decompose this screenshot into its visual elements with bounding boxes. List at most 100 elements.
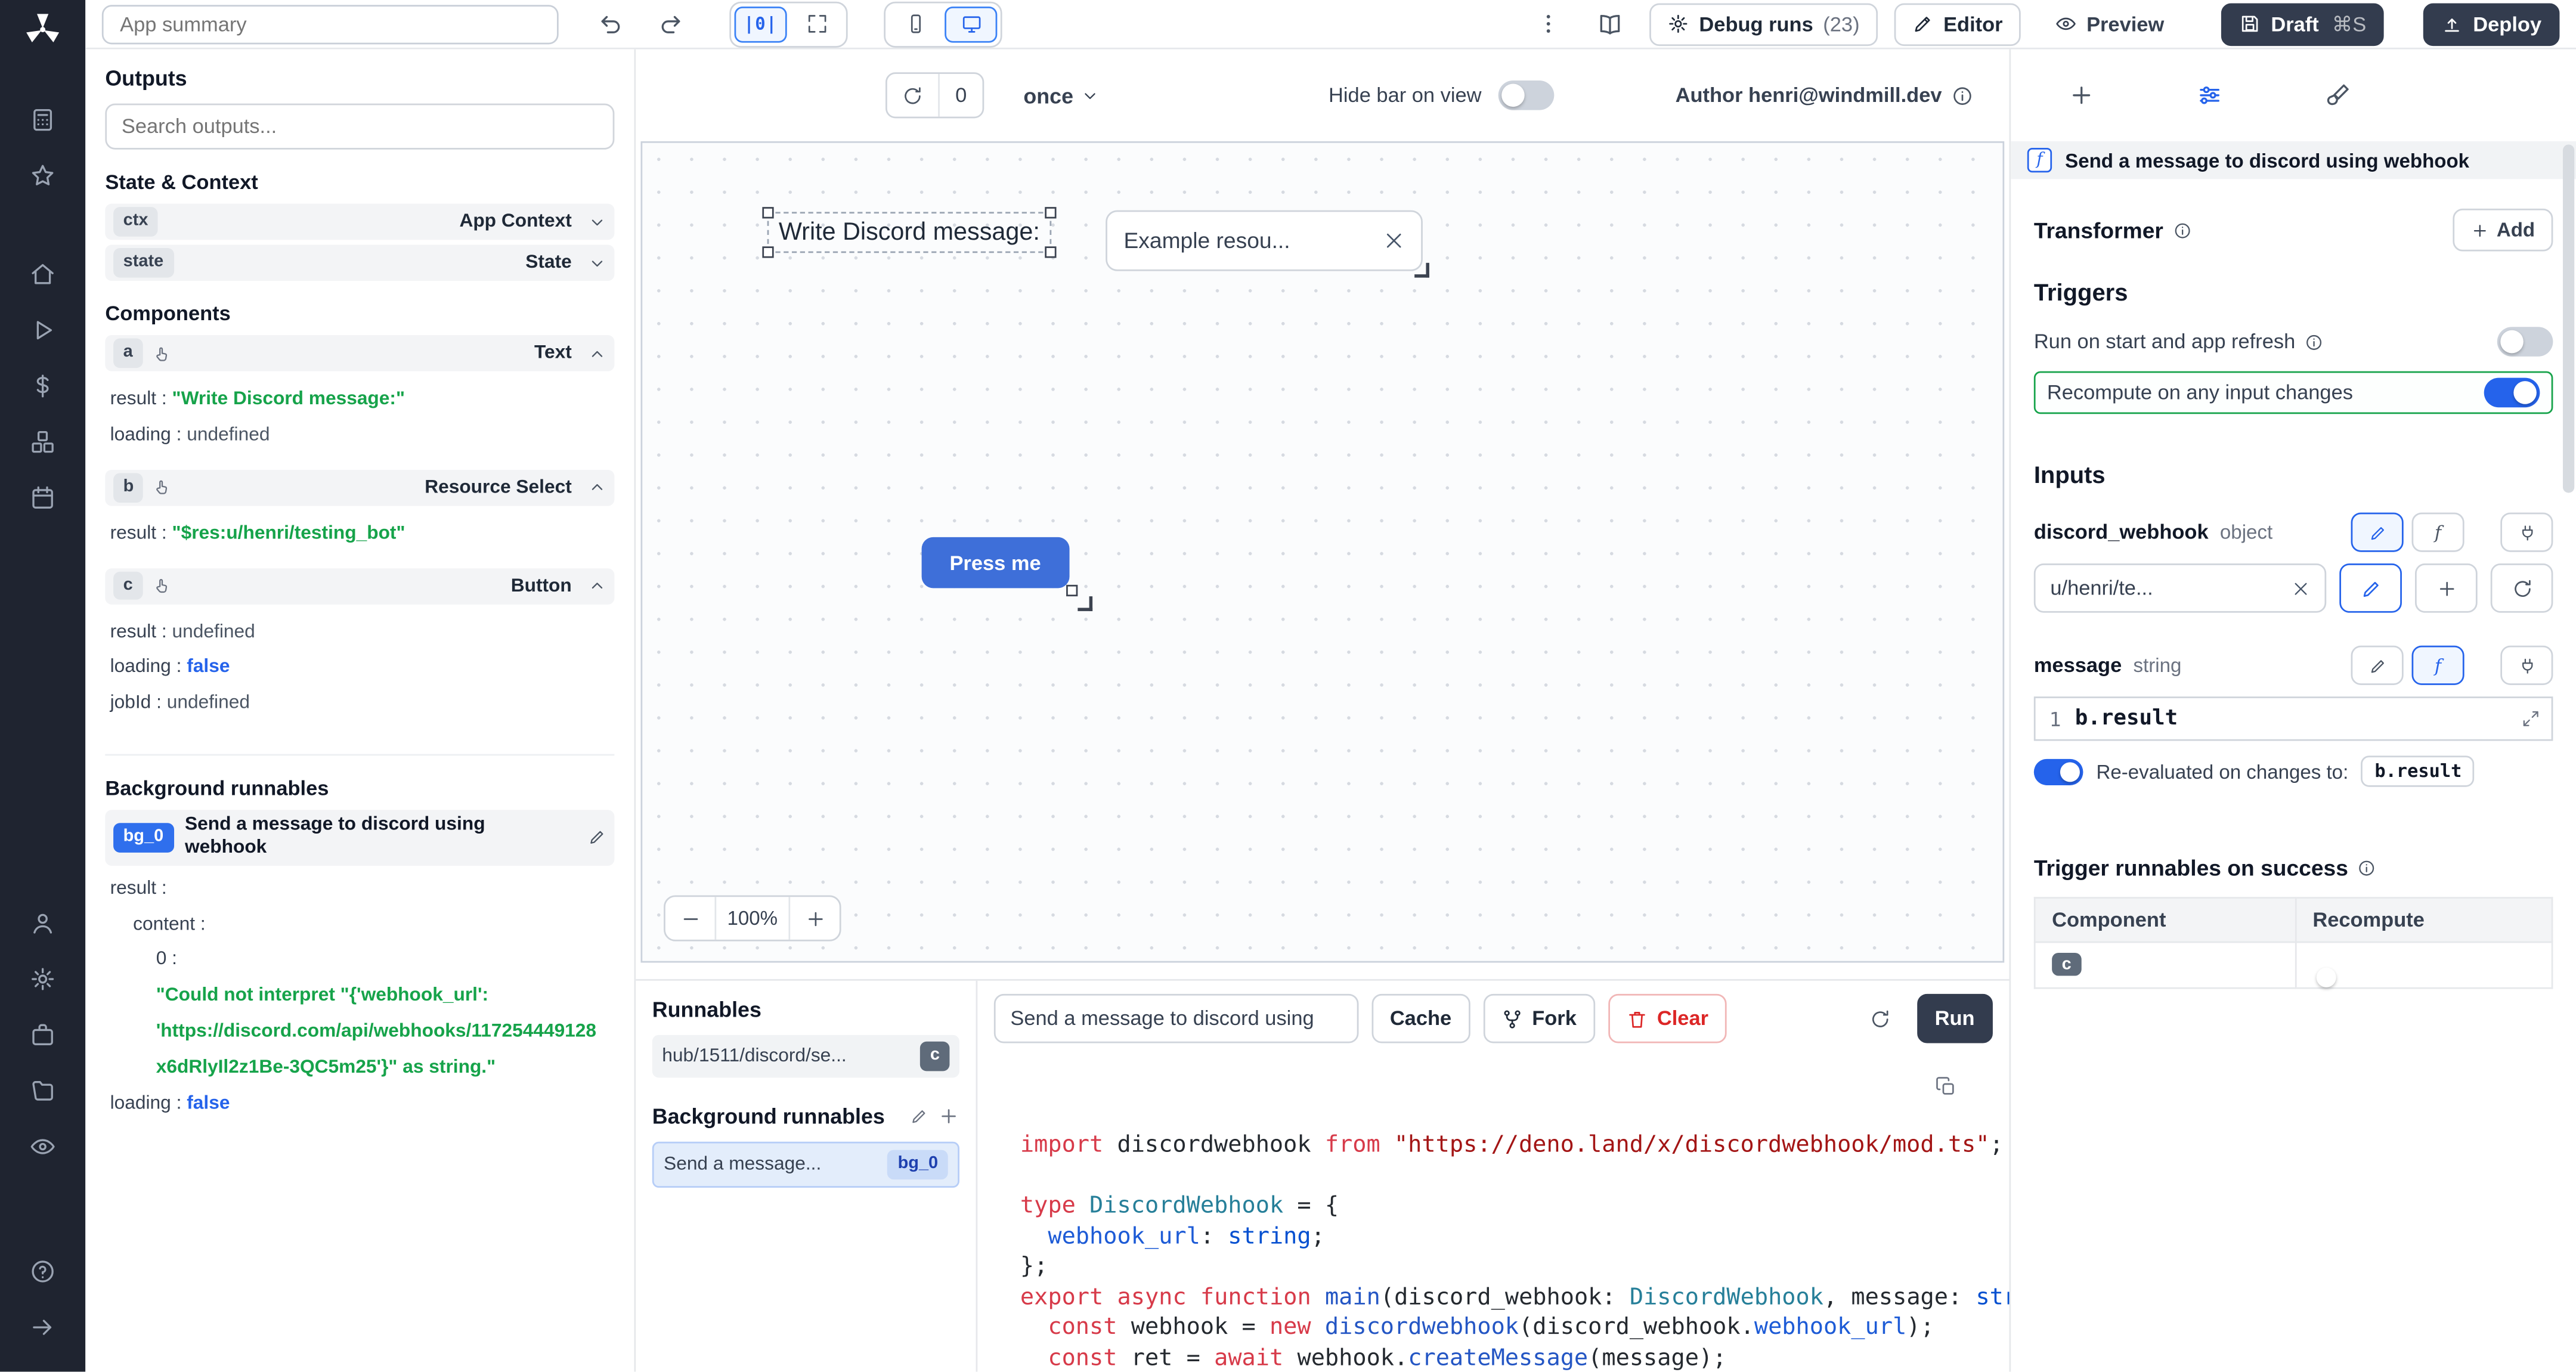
zoom-in-button[interactable] (790, 897, 840, 940)
deploy-button[interactable]: Deploy (2424, 2, 2560, 45)
draft-button[interactable]: Draft⌘S (2222, 2, 2385, 45)
add-plus-icon[interactable] (938, 1105, 959, 1126)
component-settings-panel: f Send a message to discord using webhoo… (2009, 49, 2576, 1372)
recompute-toggle[interactable] (2484, 378, 2540, 408)
reeval-expr-chip[interactable]: b.result (2361, 755, 2475, 786)
refresh-icon[interactable] (1857, 999, 1903, 1038)
component-b-row[interactable]: b Resource Select (105, 469, 614, 506)
insert-component-plus-icon[interactable] (2057, 70, 2106, 120)
audit-eye-icon[interactable] (13, 1119, 72, 1175)
component-settings-sliders-icon[interactable] (2185, 70, 2234, 120)
info-icon[interactable] (1952, 85, 1973, 106)
runs-play-icon[interactable] (13, 302, 72, 358)
text-component[interactable]: Write Discord message: (769, 213, 1049, 251)
mobile-view-icon[interactable] (889, 6, 942, 42)
fork-button[interactable]: Fork (1483, 994, 1595, 1043)
resize-corner[interactable] (1414, 263, 1429, 278)
edit-pencil-icon[interactable] (588, 829, 606, 847)
account-user-icon[interactable] (13, 896, 72, 952)
zoom-out-button[interactable] (665, 897, 715, 940)
resources-blocks-icon[interactable] (13, 414, 72, 470)
expand-icon[interactable] (2522, 710, 2540, 727)
resource-picker-value[interactable]: u/henri/te... (2034, 563, 2326, 613)
press-me-button[interactable]: Press me (922, 537, 1069, 588)
code-editor[interactable]: import discordwebhook from "https://deno… (977, 1057, 2009, 1372)
more-menu-kebab-icon[interactable] (1525, 4, 1571, 44)
clear-x-icon[interactable] (1383, 230, 1405, 252)
app-canvas[interactable]: Write Discord message: Example resou... … (640, 141, 2004, 963)
component-a-row[interactable]: a Text (105, 335, 614, 371)
hide-bar-toggle[interactable] (1498, 80, 1554, 110)
component-c-row[interactable]: c Button (105, 568, 614, 604)
bg-runnable-item-selected[interactable]: Send a message... bg_0 (652, 1141, 959, 1187)
chevron-down-icon[interactable] (588, 254, 606, 272)
settings-gear-icon[interactable] (13, 951, 72, 1007)
debug-runs-button[interactable]: Debug runs(23) (1650, 2, 1878, 45)
connect-plug-icon[interactable] (2500, 513, 2553, 552)
redo-button[interactable] (648, 4, 693, 44)
help-icon[interactable] (13, 1244, 72, 1300)
info-icon[interactable] (2358, 859, 2376, 877)
scrollbar-thumb[interactable] (2563, 144, 2574, 493)
connect-plug-icon[interactable] (2500, 646, 2553, 685)
message-expression-editor[interactable]: 1 b.result (2034, 696, 2553, 741)
styling-brush-icon[interactable] (2313, 70, 2363, 120)
info-icon[interactable] (2173, 221, 2191, 239)
preview-tab-button[interactable]: Preview (2037, 2, 2182, 45)
resize-handle[interactable] (1045, 246, 1056, 258)
add-transformer-button[interactable]: Add (2452, 209, 2553, 252)
reeval-toggle[interactable] (2034, 758, 2083, 784)
clear-x-icon[interactable] (2292, 579, 2309, 597)
windmill-logo[interactable] (23, 10, 63, 49)
grid-compact-button[interactable]: |0| (735, 6, 787, 42)
variables-dollar-icon[interactable] (13, 358, 72, 414)
undo-button[interactable] (588, 4, 634, 44)
eval-f-icon[interactable]: f (2411, 646, 2464, 685)
fullscreen-icon[interactable] (790, 6, 843, 42)
resource-select-component[interactable]: Example resou... (1106, 210, 1423, 271)
resize-handle[interactable] (762, 246, 773, 258)
resize-handle[interactable] (1066, 585, 1077, 596)
runnable-title-input[interactable]: Send a message to discord using (994, 994, 1359, 1043)
favorites-star-icon[interactable] (13, 148, 72, 204)
resize-corner[interactable] (1077, 596, 1092, 611)
folders-icon[interactable] (13, 1063, 72, 1119)
resize-handle[interactable] (762, 207, 773, 218)
state-row[interactable]: state State (105, 245, 614, 281)
desktop-view-icon[interactable] (945, 6, 997, 42)
chevron-up-icon[interactable] (588, 344, 606, 362)
refresh-resource-button[interactable] (2491, 563, 2553, 613)
refresh-icon[interactable] (887, 74, 940, 117)
selected-runnable-title: Send a message to discord using webhook (2065, 148, 2469, 172)
edit-pencil-icon[interactable] (910, 1107, 928, 1125)
app-summary-input[interactable] (102, 4, 559, 44)
static-edit-pencil-icon[interactable] (2351, 513, 2404, 552)
add-resource-plus-button[interactable] (2415, 563, 2478, 613)
runnable-item[interactable]: hub/1511/discord/se... c (652, 1035, 959, 1077)
chevron-up-icon[interactable] (588, 577, 606, 594)
copy-code-icon[interactable] (1936, 1076, 1957, 1098)
apps-icon[interactable] (13, 92, 72, 148)
docs-book-icon[interactable] (1587, 4, 1633, 44)
clear-button[interactable]: Clear (1608, 994, 1726, 1043)
ctx-row[interactable]: ctx App Context (105, 204, 614, 240)
run-button[interactable]: Run (1916, 994, 1993, 1043)
eval-f-icon[interactable]: f (2411, 513, 2464, 552)
frequency-dropdown[interactable]: once (1023, 83, 1100, 107)
resize-handle[interactable] (1045, 207, 1056, 218)
cache-button[interactable]: Cache (1372, 994, 1470, 1043)
editor-tab-button[interactable]: Editor (1894, 2, 2020, 45)
edit-resource-pencil-button[interactable] (2339, 563, 2402, 613)
bg-runnable-row[interactable]: bg_0 Send a message to discord using web… (105, 810, 614, 865)
workspace-briefcase-icon[interactable] (13, 1007, 72, 1063)
chevron-up-icon[interactable] (588, 478, 606, 496)
static-edit-pencil-icon[interactable] (2351, 646, 2404, 685)
search-outputs-input[interactable] (105, 104, 614, 150)
run-on-start-toggle[interactable] (2497, 327, 2553, 357)
schedules-calendar-icon[interactable] (13, 470, 72, 526)
collapse-arrow-icon[interactable] (13, 1299, 72, 1355)
chevron-down-icon[interactable] (588, 213, 606, 231)
refresh-count-button[interactable]: 0 (886, 72, 984, 118)
info-icon[interactable] (2305, 333, 2323, 351)
home-icon[interactable] (13, 246, 72, 302)
